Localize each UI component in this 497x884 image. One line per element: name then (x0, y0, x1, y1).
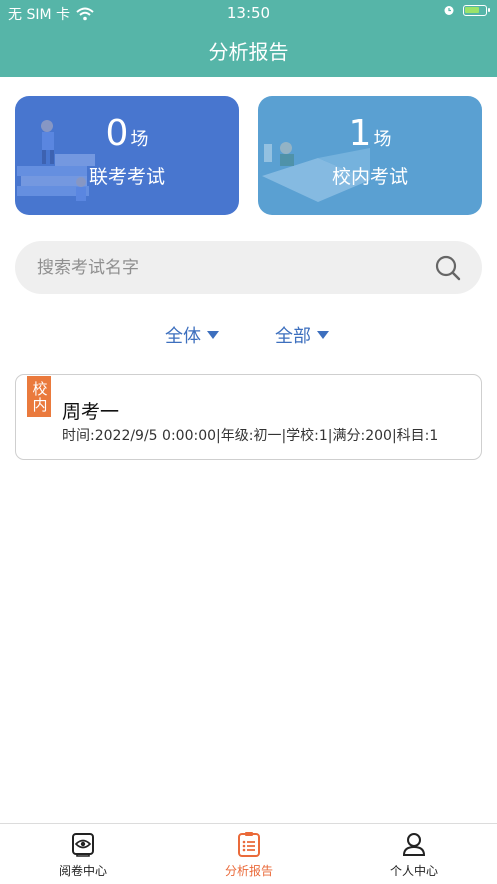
clipboard-list-icon (238, 832, 260, 857)
tab-label: 个人中心 (389, 864, 438, 878)
search-icon[interactable] (434, 254, 462, 282)
scope-filter-label: 全体 (165, 326, 201, 347)
search-bar (15, 241, 482, 294)
joint-count-value: 0 (105, 113, 129, 154)
eye-doc-icon (72, 833, 94, 857)
tab-label: 阅卷中心 (58, 864, 107, 878)
app-header: 无 SIM 卡 13:50 分析报告 (0, 0, 497, 77)
exam-type-tag: 校内 (27, 376, 51, 417)
exam-meta: 时间:2022/9/5 0:00:00|年级:初一|学校:1|满分:200|科目… (62, 428, 439, 444)
caret-down-icon (207, 331, 219, 339)
battery-level (465, 6, 479, 13)
exam-list-item[interactable]: 校内 周考一 时间:2022/9/5 0:00:00|年级:初一|学校:1|满分… (15, 374, 482, 460)
type-filter-dropdown[interactable]: 全部 (275, 322, 329, 348)
bottom-tab-bar: 阅卷中心 分析报告 个人中心 (0, 823, 497, 883)
joint-exam-label: 联考考试 (88, 166, 165, 188)
school-count-value: 1 (348, 113, 372, 154)
school-exam-count: 1场 (258, 114, 482, 154)
status-time: 13:50 (226, 4, 271, 22)
search-input[interactable] (35, 256, 434, 279)
tab-label: 分析报告 (224, 864, 273, 878)
joint-exam-card[interactable]: 0场 联考考试 (15, 96, 239, 215)
alarm-icon (444, 6, 454, 15)
joint-count-unit: 场 (130, 129, 149, 150)
battery-icon (463, 4, 490, 16)
school-exam-label: 校内考试 (331, 166, 408, 188)
page-title: 分析报告 (208, 40, 289, 64)
status-right (443, 4, 490, 16)
status-bar: 无 SIM 卡 13:50 (0, 0, 497, 26)
tab-analysis-report[interactable]: 分析报告 (166, 824, 332, 884)
exam-title: 周考一 (62, 401, 120, 423)
type-filter-label: 全部 (275, 326, 311, 347)
school-exam-card[interactable]: 1场 校内考试 (258, 96, 482, 215)
tab-marking-center[interactable]: 阅卷中心 (0, 824, 166, 884)
person-icon (402, 833, 426, 856)
tab-personal-center[interactable]: 个人中心 (331, 824, 497, 884)
school-count-unit: 场 (373, 129, 392, 150)
scope-filter-dropdown[interactable]: 全体 (165, 322, 219, 348)
caret-down-icon (317, 331, 329, 339)
joint-exam-count: 0场 (15, 114, 239, 154)
